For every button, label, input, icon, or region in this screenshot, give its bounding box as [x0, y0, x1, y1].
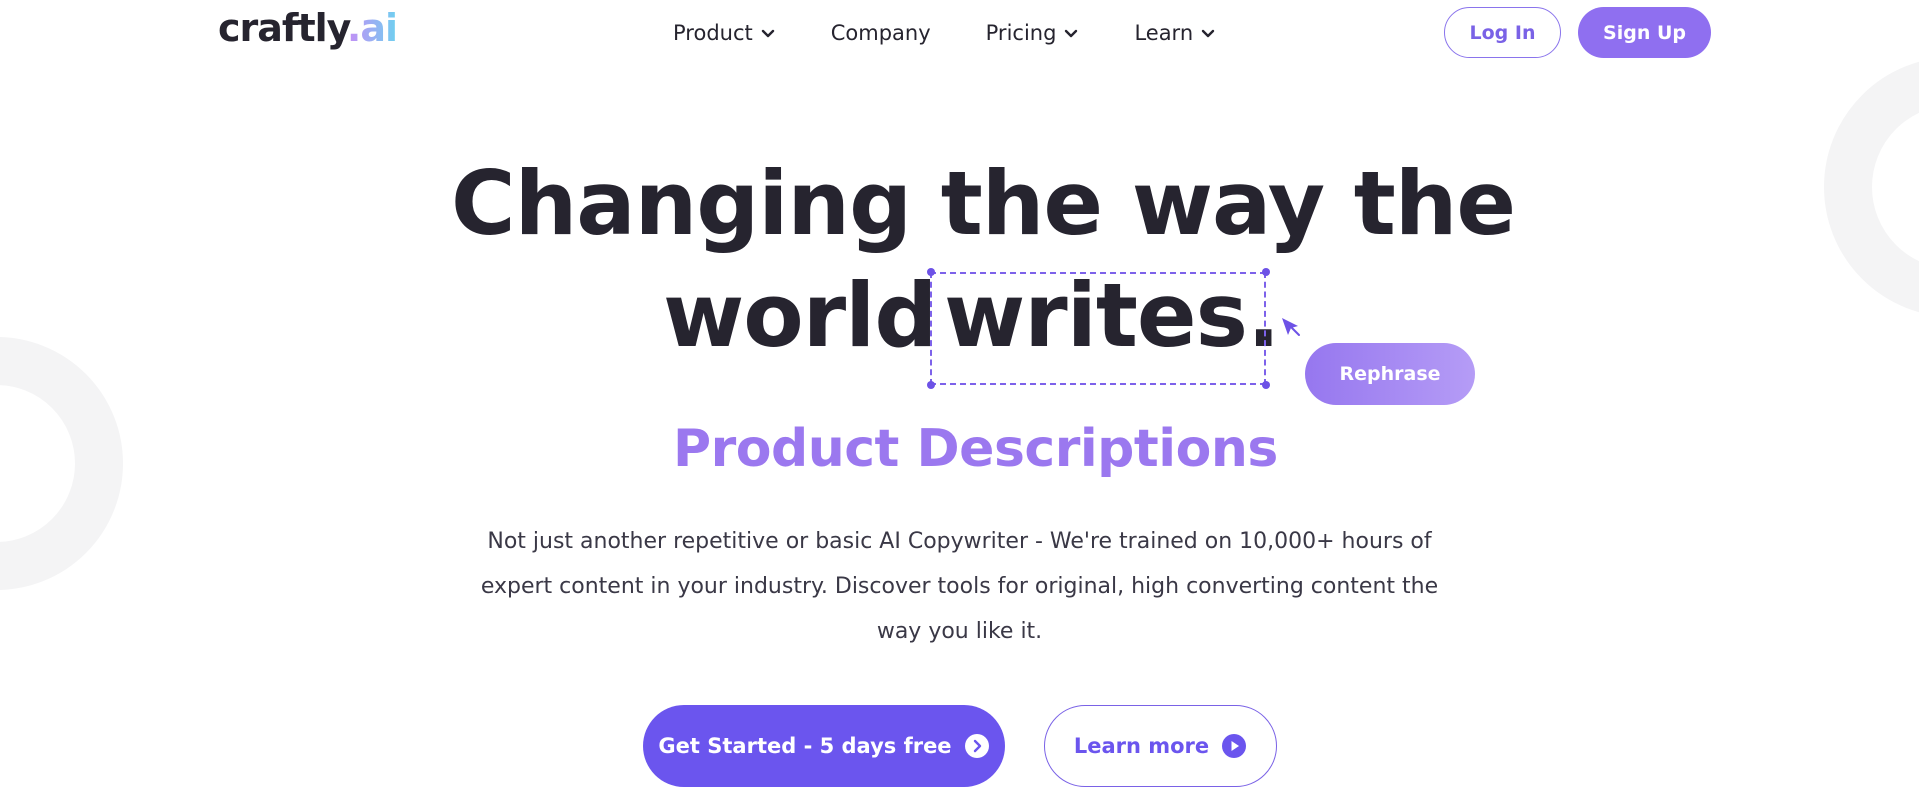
hero-description: Not just another repetitive or basic AI …: [480, 529, 1439, 644]
nav-company-label: Company: [830, 21, 931, 45]
nav-company[interactable]: Company: [831, 18, 931, 48]
hero-title-line2-start: world: [663, 264, 937, 367]
selection-handle-top-right: [1262, 268, 1270, 276]
get-started-button[interactable]: Get Started - 5 days free: [643, 705, 1005, 787]
get-started-label: Get Started - 5 days free: [658, 734, 952, 758]
main-nav: Product Company Pricing Learn: [673, 18, 1216, 48]
nav-pricing[interactable]: Pricing: [986, 18, 1080, 48]
signup-button[interactable]: Sign Up: [1578, 7, 1711, 58]
chevron-down-icon: [761, 29, 774, 38]
nav-product[interactable]: Product: [673, 18, 776, 48]
text-selection-box: [930, 272, 1266, 385]
login-button[interactable]: Log In: [1444, 7, 1561, 58]
chevron-down-icon: [1201, 29, 1215, 38]
logo-suffix: .ai: [346, 6, 398, 50]
nav-pricing-label: Pricing: [985, 21, 1057, 45]
hero-title-line1: Changing the way the: [451, 152, 1516, 255]
rephrase-button[interactable]: Rephrase: [1305, 343, 1475, 405]
selection-handle-bottom-left: [927, 381, 935, 389]
decorative-ring-right: [1824, 57, 1919, 317]
selection-handle-bottom-right: [1262, 381, 1270, 389]
hero-subheading: Product Descriptions: [673, 419, 1278, 479]
nav-learn[interactable]: Learn: [1134, 18, 1216, 48]
chevron-right-circle-icon: [964, 734, 989, 758]
decorative-ring-left: [0, 337, 123, 590]
chevron-down-icon: [1065, 29, 1078, 38]
selection-handle-top-left: [927, 268, 935, 276]
learn-more-button[interactable]: Learn more: [1044, 705, 1277, 787]
learn-more-label: Learn more: [1073, 734, 1210, 758]
logo[interactable]: craftly.ai: [218, 6, 398, 50]
landing-page: craftly.ai Product Company Pricing Learn…: [0, 0, 1919, 811]
cursor-pointer-icon: [1282, 318, 1300, 336]
nav-product-label: Product: [673, 21, 753, 45]
play-circle-icon: [1222, 734, 1247, 758]
nav-learn-label: Learn: [1134, 21, 1194, 45]
logo-text: craftly: [218, 6, 348, 50]
